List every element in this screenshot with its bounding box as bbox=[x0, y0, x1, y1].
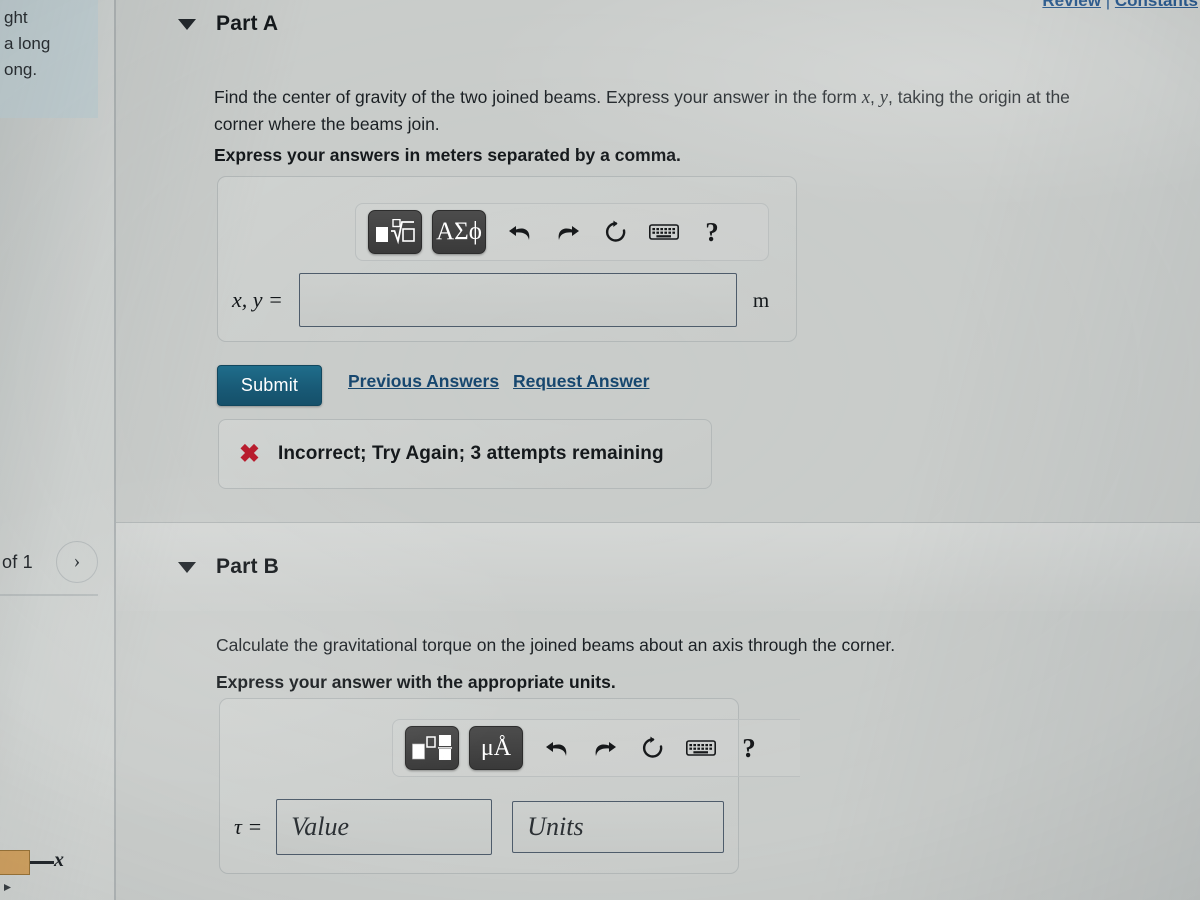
sidebar-note-line-1: ght bbox=[4, 8, 28, 27]
undo-icon[interactable] bbox=[533, 726, 581, 770]
keyboard-icon[interactable] bbox=[677, 726, 725, 770]
units-button-label: μÅ bbox=[480, 734, 512, 761]
greek-letters-button[interactable]: ΑΣϕ bbox=[432, 210, 486, 254]
part-a-previous-answers-link[interactable]: Previous Answers bbox=[348, 371, 499, 392]
caret-down-icon[interactable] bbox=[178, 18, 196, 30]
figure-x-axis-label: x bbox=[54, 849, 64, 871]
pagination: of 1 › bbox=[0, 540, 114, 616]
part-a-title: Part A bbox=[216, 12, 279, 35]
left-sidebar: ght a long ong. of 1 › x bbox=[0, 0, 116, 900]
part-b-math-toolbar: μÅ ? bbox=[392, 719, 800, 777]
part-a-header[interactable]: Part A bbox=[178, 12, 278, 36]
part-a-instruction: Express your answers in meters separated… bbox=[214, 145, 681, 165]
undo-icon[interactable] bbox=[496, 210, 544, 254]
part-a-answer-panel: ΑΣϕ ? x, y = m bbox=[217, 176, 797, 342]
part-b-header[interactable]: Part B bbox=[178, 555, 279, 579]
part-b-value-input[interactable] bbox=[276, 799, 493, 855]
help-icon[interactable]: ? bbox=[688, 210, 736, 254]
problem-figure-partial: x bbox=[0, 846, 114, 900]
top-links-group: Review | Constants bbox=[1042, 0, 1198, 11]
part-b-answer-label: τ = bbox=[234, 814, 263, 839]
question-comma: , bbox=[870, 87, 880, 107]
caret-down-icon[interactable] bbox=[178, 561, 196, 573]
next-page-button[interactable]: › bbox=[56, 541, 98, 583]
figure-arrow-icon bbox=[4, 884, 11, 891]
part-b-answer-panel: μÅ ? τ = Value Units bbox=[219, 698, 800, 874]
sidebar-note-line-3: ong. bbox=[4, 60, 38, 79]
math-template-button[interactable] bbox=[405, 726, 459, 770]
part-a-answer-row: x, y = m bbox=[232, 273, 769, 327]
top-links-bar: Review | Constants bbox=[800, 0, 1200, 16]
pagination-divider bbox=[0, 594, 98, 596]
part-a-feedback-message: Incorrect; Try Again; 3 attempts remaini… bbox=[277, 443, 664, 464]
part-b-title: Part B bbox=[216, 555, 280, 578]
figure-beam bbox=[0, 850, 30, 875]
part-a-answer-label: x, y = bbox=[232, 287, 283, 312]
part-b-answer-row: τ = bbox=[234, 799, 725, 855]
reset-icon[interactable] bbox=[629, 726, 677, 770]
sidebar-note-line-2: a long bbox=[4, 34, 51, 53]
figure-x-axis-line bbox=[30, 861, 54, 864]
top-links-separator: | bbox=[1105, 0, 1111, 10]
constants-link[interactable]: Constants bbox=[1115, 0, 1198, 10]
redo-icon[interactable] bbox=[581, 726, 629, 770]
sidebar-note-panel: ght a long ong. bbox=[0, 0, 98, 118]
part-a-math-toolbar: ΑΣϕ ? bbox=[355, 203, 769, 261]
part-a-question-text-1: Find the center of gravity of the two jo… bbox=[214, 87, 862, 107]
keyboard-icon[interactable] bbox=[640, 210, 688, 254]
part-a-question-text-2: , taking the origin at the bbox=[887, 87, 1070, 107]
question-variable-y: y bbox=[879, 88, 888, 108]
chevron-right-icon: › bbox=[73, 550, 81, 572]
greek-letters-label: ΑΣϕ bbox=[436, 218, 482, 245]
part-b-question: Calculate the gravitational torque on th… bbox=[216, 635, 896, 655]
reset-icon[interactable] bbox=[592, 210, 640, 254]
main-content: Review | Constants Part A Find the cente… bbox=[116, 0, 1200, 900]
part-a-submit-button[interactable]: Submit bbox=[217, 365, 322, 406]
redo-icon[interactable] bbox=[544, 210, 592, 254]
part-a-request-answer-link[interactable]: Request Answer bbox=[513, 371, 649, 392]
page-count-label: of 1 bbox=[2, 552, 33, 572]
question-variable-x: x bbox=[861, 88, 871, 108]
part-a-answer-input[interactable] bbox=[298, 273, 737, 327]
part-a-question: Find the center of gravity of the two jo… bbox=[214, 84, 1124, 137]
math-template-button[interactable] bbox=[368, 210, 422, 254]
part-b-units-input[interactable] bbox=[512, 801, 725, 853]
part-a-unit-label: m bbox=[752, 287, 770, 312]
part-a-question-line2: corner where the beams join. bbox=[214, 114, 440, 134]
units-button[interactable]: μÅ bbox=[469, 726, 523, 770]
help-icon[interactable]: ? bbox=[725, 726, 773, 770]
error-x-icon: ✖ bbox=[239, 439, 260, 468]
part-a-feedback-box: ✖ Incorrect; Try Again; 3 attempts remai… bbox=[218, 419, 712, 489]
part-b-instruction: Express your answer with the appropriate… bbox=[216, 672, 616, 692]
review-link[interactable]: Review bbox=[1042, 0, 1101, 10]
